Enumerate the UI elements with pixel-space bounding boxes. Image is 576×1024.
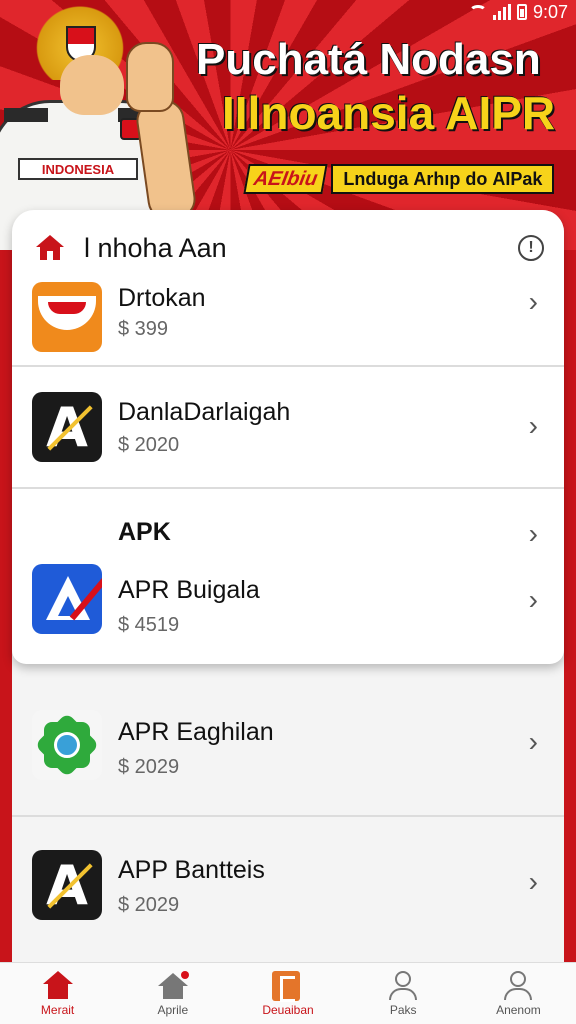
- hero-tag-text: Lndugа Arhıp dо AIPak: [331, 164, 555, 194]
- list-item[interactable]: A DanlaDarlaigah $ 2020 ›: [12, 388, 564, 486]
- nav-item-apps[interactable]: Aprile: [115, 963, 230, 1024]
- hero-tagline: AEIbiu Lndugа Arhıp dо AIPak: [243, 164, 555, 194]
- list-item[interactable]: A APP Banttеis $ 2029 ›: [12, 846, 564, 946]
- nav-item-packs[interactable]: Paks: [346, 963, 461, 1024]
- chevron-right-icon: ›: [528, 584, 538, 615]
- chevron-right-icon: ›: [528, 286, 538, 317]
- chevron-right-icon: ›: [528, 726, 538, 757]
- status-time: 9:07: [532, 1, 568, 22]
- app-name: APR Eaghilan: [118, 718, 274, 746]
- bottom-nav: Merait Aprile Deuaiban Paks Anenom: [0, 962, 576, 1024]
- home-icon: [42, 970, 74, 1001]
- app-name: DanlaDarlaigah: [118, 398, 291, 426]
- nav-label: Aprile: [157, 1002, 189, 1017]
- app-price: $ 2020: [118, 434, 180, 456]
- nav-label: Anenom: [496, 1002, 541, 1017]
- app-name: Drtokan: [118, 284, 206, 312]
- card-title: l nhoha Aan: [84, 232, 227, 263]
- divider: [12, 365, 564, 367]
- officer-face: [60, 55, 124, 115]
- nav-item-library[interactable]: Deuaiban: [230, 963, 345, 1024]
- name-tag: INDONESIA: [18, 158, 138, 180]
- dark-a-icon: A: [32, 850, 102, 920]
- hero-title: Puchatá Nodasn: [196, 35, 541, 84]
- epaulette-left: [4, 108, 48, 122]
- hero-tag-chip: AEIbiu: [243, 164, 328, 194]
- list-item[interactable]: Drtokan $ 399 ›: [12, 276, 564, 366]
- wifi-icon: [468, 5, 487, 19]
- nav-label: Paks: [389, 1002, 417, 1017]
- nav-label: Merait: [40, 1002, 75, 1017]
- divider: [12, 487, 564, 489]
- section-title: APK: [118, 518, 171, 546]
- nav-item-account[interactable]: Anenom: [461, 963, 576, 1024]
- apps-icon: [157, 970, 189, 1001]
- card-header: l nhoha Aan !: [36, 230, 556, 266]
- section-header-row[interactable]: APK ›: [12, 512, 564, 560]
- list-item[interactable]: APR Buigala $ 4519 ›: [12, 562, 564, 654]
- status-bar: 9:07: [468, 0, 568, 24]
- waving-hand: [126, 42, 174, 112]
- person-icon: [387, 970, 419, 1001]
- dark-a-icon: A: [32, 392, 102, 462]
- chevron-right-icon: ›: [528, 866, 538, 897]
- signal-icon: [492, 4, 511, 20]
- chevron-right-icon: ›: [528, 518, 538, 549]
- home-icon: [36, 235, 64, 261]
- chevron-right-icon: ›: [528, 410, 538, 441]
- list-item[interactable]: APR Eaghilan $ 2029 ›: [12, 706, 564, 806]
- green-badge-icon: [32, 710, 102, 780]
- hero-subtitle: IIlnoansia AIPR: [222, 87, 556, 139]
- info-icon[interactable]: !: [518, 235, 544, 261]
- nav-item-home[interactable]: Merait: [0, 963, 115, 1024]
- app-name: APP Banttеis: [118, 856, 265, 884]
- app-price: $ 2029: [118, 894, 180, 916]
- battery-icon: [516, 4, 527, 20]
- blue-a-icon: [32, 564, 102, 634]
- orange-bowl-icon: [32, 282, 102, 352]
- divider: [12, 815, 564, 817]
- app-name: APR Buigala: [118, 576, 260, 604]
- app-price: $ 4519: [118, 614, 180, 636]
- book-icon: [272, 970, 304, 1002]
- account-icon: [502, 970, 534, 1001]
- nav-label: Deuaiban: [262, 1002, 314, 1017]
- app-price: $ 399: [118, 318, 169, 340]
- app-price: $ 2029: [118, 756, 180, 778]
